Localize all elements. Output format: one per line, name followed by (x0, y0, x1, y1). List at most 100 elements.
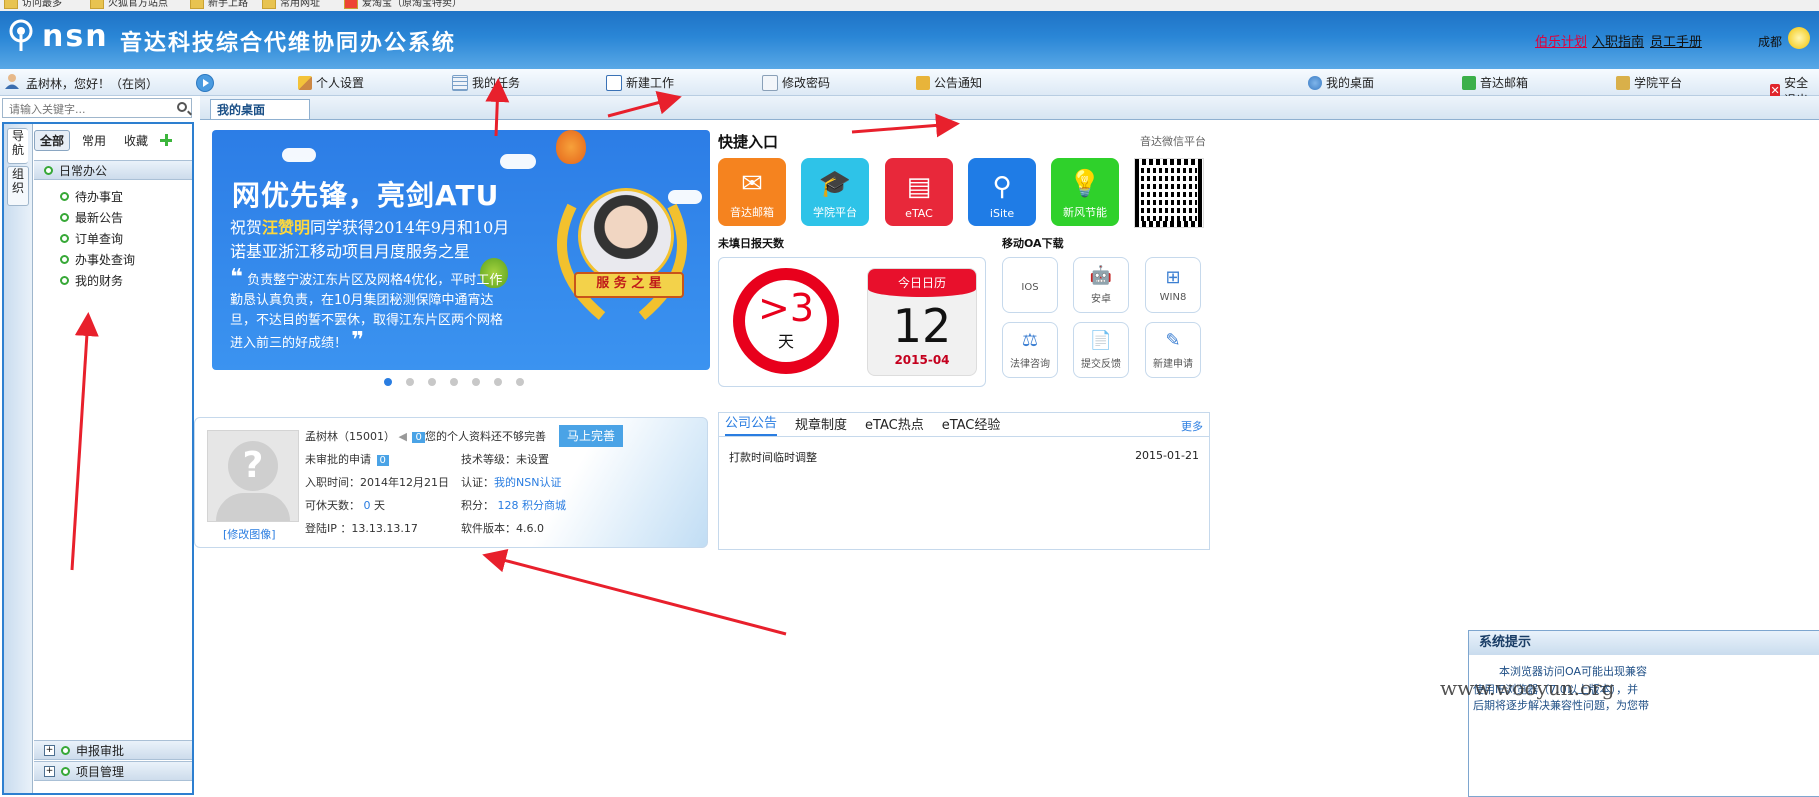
unfilled-days-count: >3 (757, 286, 815, 330)
edit-avatar-link[interactable]: [修改图像] (223, 526, 276, 542)
sidebar-item-order-query[interactable]: 订单查询 (60, 230, 123, 247)
download-win8-tile[interactable]: ⊞ WIN8 (1145, 257, 1201, 313)
nsn-cert-link[interactable]: 我的NSN认证 (494, 476, 561, 489)
circle-icon (60, 255, 69, 264)
circle-icon (60, 276, 69, 285)
menu-academy[interactable]: 学院平台 (1616, 74, 1682, 91)
menu-personal-settings[interactable]: 个人设置 (298, 74, 364, 91)
link-bole-plan[interactable]: 伯乐计划 (1535, 31, 1587, 50)
report-panel: >3 天 今日日历 12 2015-04 (718, 257, 986, 387)
bookmark-firefox[interactable]: 火狐官方站点 (90, 0, 168, 9)
sidebar-item-todo[interactable]: 待办事宜 (60, 188, 123, 205)
logo-text: nsn (42, 19, 109, 54)
sidebar-item-latest-notices[interactable]: 最新公告 (60, 209, 123, 226)
banner-slide[interactable]: 网优先锋，亮剑ATU 祝贺汪赞明同学获得2014年9月和10月 诺基亚浙江移动项… (212, 130, 710, 370)
group-daily-office[interactable]: 日常办公 (34, 160, 192, 180)
menu-my-tasks[interactable]: 我的任务 (452, 74, 520, 91)
watermark: www.wooyun.org (1440, 676, 1615, 700)
tech-level: 技术等级：未设置 (461, 453, 549, 466)
sidebar-item-my-finance[interactable]: 我的财务 (60, 272, 123, 289)
add-favorite-icon[interactable] (160, 134, 173, 146)
search-icon[interactable] (177, 102, 187, 112)
feedback-icon: 📄 (1089, 329, 1113, 351)
points: 积分： 128 积分商城 (461, 499, 566, 512)
complete-profile-button[interactable]: 马上完善 (559, 425, 623, 447)
notice-title[interactable]: 打款时间临时调整 (729, 449, 817, 465)
group-project-management[interactable]: + 项目管理 (34, 761, 192, 781)
avatar-body (216, 493, 290, 521)
bookmark-taobao[interactable]: 爱淘宝（原淘宝特卖） (344, 0, 462, 9)
menu-new-work[interactable]: 新建工作 (606, 74, 674, 91)
link-employee-handbook[interactable]: 员工手册 (1650, 31, 1702, 50)
download-ios-tile[interactable]: IOS (1002, 257, 1058, 313)
legal-consult-tile[interactable]: ⚖ 法律咨询 (1002, 322, 1058, 378)
menu-yinda-mail[interactable]: 音达邮箱 (1462, 74, 1528, 91)
tab-organization[interactable]: 组织 (7, 166, 29, 206)
profile-incomplete-text: 您的个人资料还不够完善 (425, 430, 546, 443)
header: nsn 音达科技综合代维协同办公系统 伯乐计划 入职指南 员工手册 成都 (0, 11, 1819, 69)
login-ip: 登陆IP ：13.13.13.17 (305, 522, 418, 535)
carousel-dot[interactable] (428, 378, 436, 386)
join-date: 入职时间：2014年12月21日 (305, 476, 449, 489)
folder-icon (4, 0, 18, 9)
circle-icon (61, 745, 70, 755)
bookmark-most-visited[interactable]: 访问最多 (4, 0, 62, 9)
unfilled-days-ring[interactable]: >3 天 (733, 268, 839, 374)
toggle-sidebar-icon[interactable] (196, 74, 214, 92)
carousel-dot[interactable] (472, 378, 480, 386)
more-link[interactable]: 更多 (1181, 418, 1203, 434)
expand-icon: + (44, 765, 55, 777)
gavel-icon: ⚖ (1021, 329, 1039, 351)
list-item[interactable]: 打款时间临时调整 2015-01-21 (729, 449, 1199, 465)
bookmark-common-sites[interactable]: 常用网址 (262, 0, 320, 9)
certification: 认证：我的NSN认证 (461, 476, 562, 489)
quick-mail-tile[interactable]: ✉ 音达邮箱 (718, 158, 786, 226)
submit-feedback-tile[interactable]: 📄 提交反馈 (1073, 322, 1129, 378)
new-request-tile[interactable]: ✎ 新建申请 (1145, 322, 1201, 378)
points-value[interactable]: 128 (498, 499, 519, 512)
tab-regulations[interactable]: 规章制度 (795, 414, 847, 436)
arrow-annotation (482, 548, 787, 636)
pencil-icon (298, 75, 312, 90)
tab-etac-hot[interactable]: eTAC热点 (865, 414, 924, 436)
pending-count-badge[interactable]: 0 (376, 455, 389, 466)
system-tip-title: 系统提示 (1469, 631, 1819, 655)
envelope-icon: ✉ (741, 169, 763, 199)
quick-isite-tile[interactable]: ⚲ iSite (968, 158, 1036, 226)
software-version: 软件版本：4.6.0 (461, 522, 544, 535)
speaker-icon: ◀ (398, 430, 407, 443)
filter-favorites[interactable]: 收藏 (118, 130, 154, 151)
sidebar-item-office-query[interactable]: 办事处查询 (60, 251, 135, 268)
menu-announcements[interactable]: 公告通知 (916, 74, 982, 91)
bookmark-getting-started[interactable]: 新手上路 (190, 0, 248, 9)
tab-etac-experience[interactable]: eTAC经验 (942, 414, 1001, 436)
calendar-day: 12 (892, 299, 952, 353)
carousel-dot[interactable] (494, 378, 502, 386)
leave-days-value[interactable]: 0 (364, 499, 371, 512)
sidebar: 导航 组织 全部 常用 收藏 日常办公 待办事宜 最新公告 订单查询 办事处查询… (0, 96, 196, 795)
points-mall-link[interactable]: 积分商城 (522, 499, 566, 512)
carousel-dot[interactable] (384, 378, 392, 386)
cloud-icon (282, 148, 316, 162)
quote-open-icon: ❝ (230, 265, 243, 290)
filter-all[interactable]: 全部 (34, 129, 71, 151)
tab-navigation[interactable]: 导航 (7, 128, 28, 164)
link-onboarding-guide[interactable]: 入职指南 (1592, 31, 1644, 50)
balloon-icon (556, 130, 586, 164)
menu-change-password[interactable]: 修改密码 (762, 74, 830, 91)
menu-my-desktop[interactable]: 我的桌面 (1308, 74, 1374, 91)
search-input[interactable] (7, 100, 171, 118)
carousel-dot[interactable] (450, 378, 458, 386)
message-count-badge[interactable]: 0 (412, 432, 425, 443)
filter-common[interactable]: 常用 (76, 130, 112, 151)
carousel-dot[interactable] (516, 378, 524, 386)
quick-academy-tile[interactable]: 🎓 学院平台 (801, 158, 869, 226)
download-android-tile[interactable]: 🤖 安卓 (1073, 257, 1129, 313)
quick-etac-tile[interactable]: ▤ eTAC (885, 158, 953, 226)
tab-company-notices[interactable]: 公司公告 (725, 412, 778, 436)
taobao-icon (344, 0, 358, 9)
carousel-dot[interactable] (406, 378, 414, 386)
group-application-approval[interactable]: + 申报审批 (34, 740, 192, 760)
quick-energy-tile[interactable]: 💡 新风节能 (1051, 158, 1119, 226)
tab-my-desktop[interactable]: 我的桌面 (210, 99, 310, 119)
